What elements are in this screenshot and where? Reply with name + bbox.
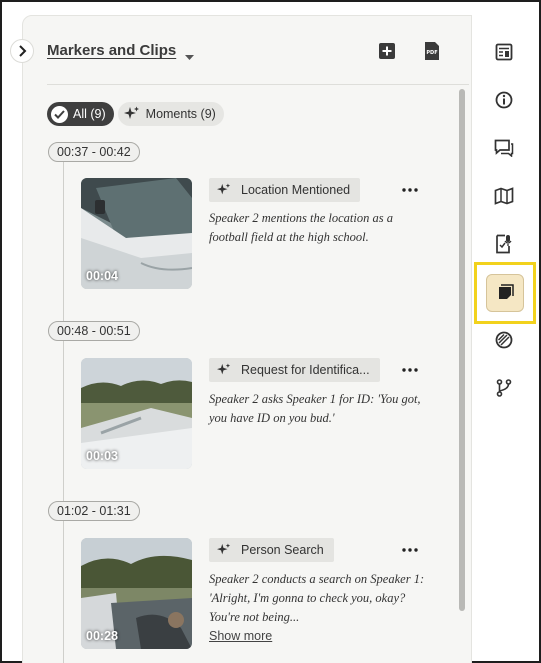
more-options-icon[interactable] (398, 360, 422, 380)
map-icon[interactable] (488, 180, 520, 212)
sparkle-icon (217, 363, 231, 375)
document-details-icon[interactable] (488, 36, 520, 68)
moment-tag[interactable]: Person Search (209, 538, 334, 562)
scrollbar-thumb[interactable] (459, 89, 465, 611)
add-box-icon[interactable] (376, 40, 398, 62)
filter-moments-chip[interactable]: Moments (9) (117, 102, 224, 126)
filter-moments-label: Moments (9) (145, 107, 216, 121)
clip-thumbnail[interactable]: 00:03 (81, 358, 192, 469)
chevron-right-icon (19, 45, 27, 57)
branch-icon[interactable] (488, 372, 520, 404)
clip-thumbnail[interactable]: 00:04 (81, 178, 192, 289)
moment-tag-label: Person Search (241, 543, 324, 557)
clip-description: Speaker 2 mentions the location as a foo… (209, 211, 393, 244)
caret-down-icon[interactable] (185, 46, 194, 65)
clip-description: Speaker 2 asks Speaker 1 for ID: 'You go… (209, 392, 421, 425)
clip-duration: 00:04 (86, 269, 118, 283)
clip-thumbnail[interactable]: 00:28 (81, 538, 192, 649)
check-icon (51, 105, 68, 123)
transcript-icon[interactable] (488, 228, 520, 260)
panel-header: Markers and Clips PDF (47, 34, 467, 86)
timeline-line (63, 156, 64, 663)
right-icon-rail (474, 16, 536, 656)
info-icon[interactable] (488, 84, 520, 116)
filter-chips: All (9) Moments (9) (47, 102, 224, 126)
sparkle-icon (123, 106, 139, 119)
moment-tag-label: Request for Identifica... (241, 363, 370, 377)
clip-time-range[interactable]: 01:02 - 01:31 (48, 501, 140, 521)
markers-clips-tab-highlight (474, 262, 536, 324)
show-more-link[interactable]: Show more (209, 629, 272, 643)
clip-time-range[interactable]: 00:48 - 00:51 (48, 321, 140, 341)
pdf-export-icon[interactable]: PDF (421, 40, 443, 62)
sparkle-icon (217, 183, 231, 195)
comments-icon[interactable] (488, 132, 520, 164)
app-frame: Markers and Clips PDF All (9) Moments (9… (0, 0, 541, 663)
filter-all-label: All (9) (73, 107, 106, 121)
markers-clips-icon[interactable] (486, 274, 524, 312)
markers-clips-panel: Markers and Clips PDF All (9) Moments (9… (22, 15, 472, 663)
clip-time-range[interactable]: 00:37 - 00:42 (48, 142, 140, 162)
clip-duration: 00:28 (86, 629, 118, 643)
moment-tag[interactable]: Location Mentioned (209, 178, 361, 202)
clip-description: Speaker 2 conducts a search on Speaker 1… (209, 572, 425, 624)
header-divider (47, 84, 469, 85)
moment-tag-label: Location Mentioned (241, 183, 351, 197)
clip-duration: 00:03 (86, 449, 118, 463)
sparkle-icon (217, 543, 231, 555)
expand-panel-button[interactable] (10, 39, 34, 63)
moment-tag[interactable]: Request for Identifica... (209, 358, 380, 382)
more-options-icon[interactable] (398, 180, 422, 200)
svg-text:PDF: PDF (426, 50, 437, 56)
filter-all-chip[interactable]: All (9) (47, 102, 114, 126)
more-options-icon[interactable] (398, 540, 422, 560)
panel-title[interactable]: Markers and Clips (47, 42, 176, 59)
redaction-icon[interactable] (488, 324, 520, 356)
